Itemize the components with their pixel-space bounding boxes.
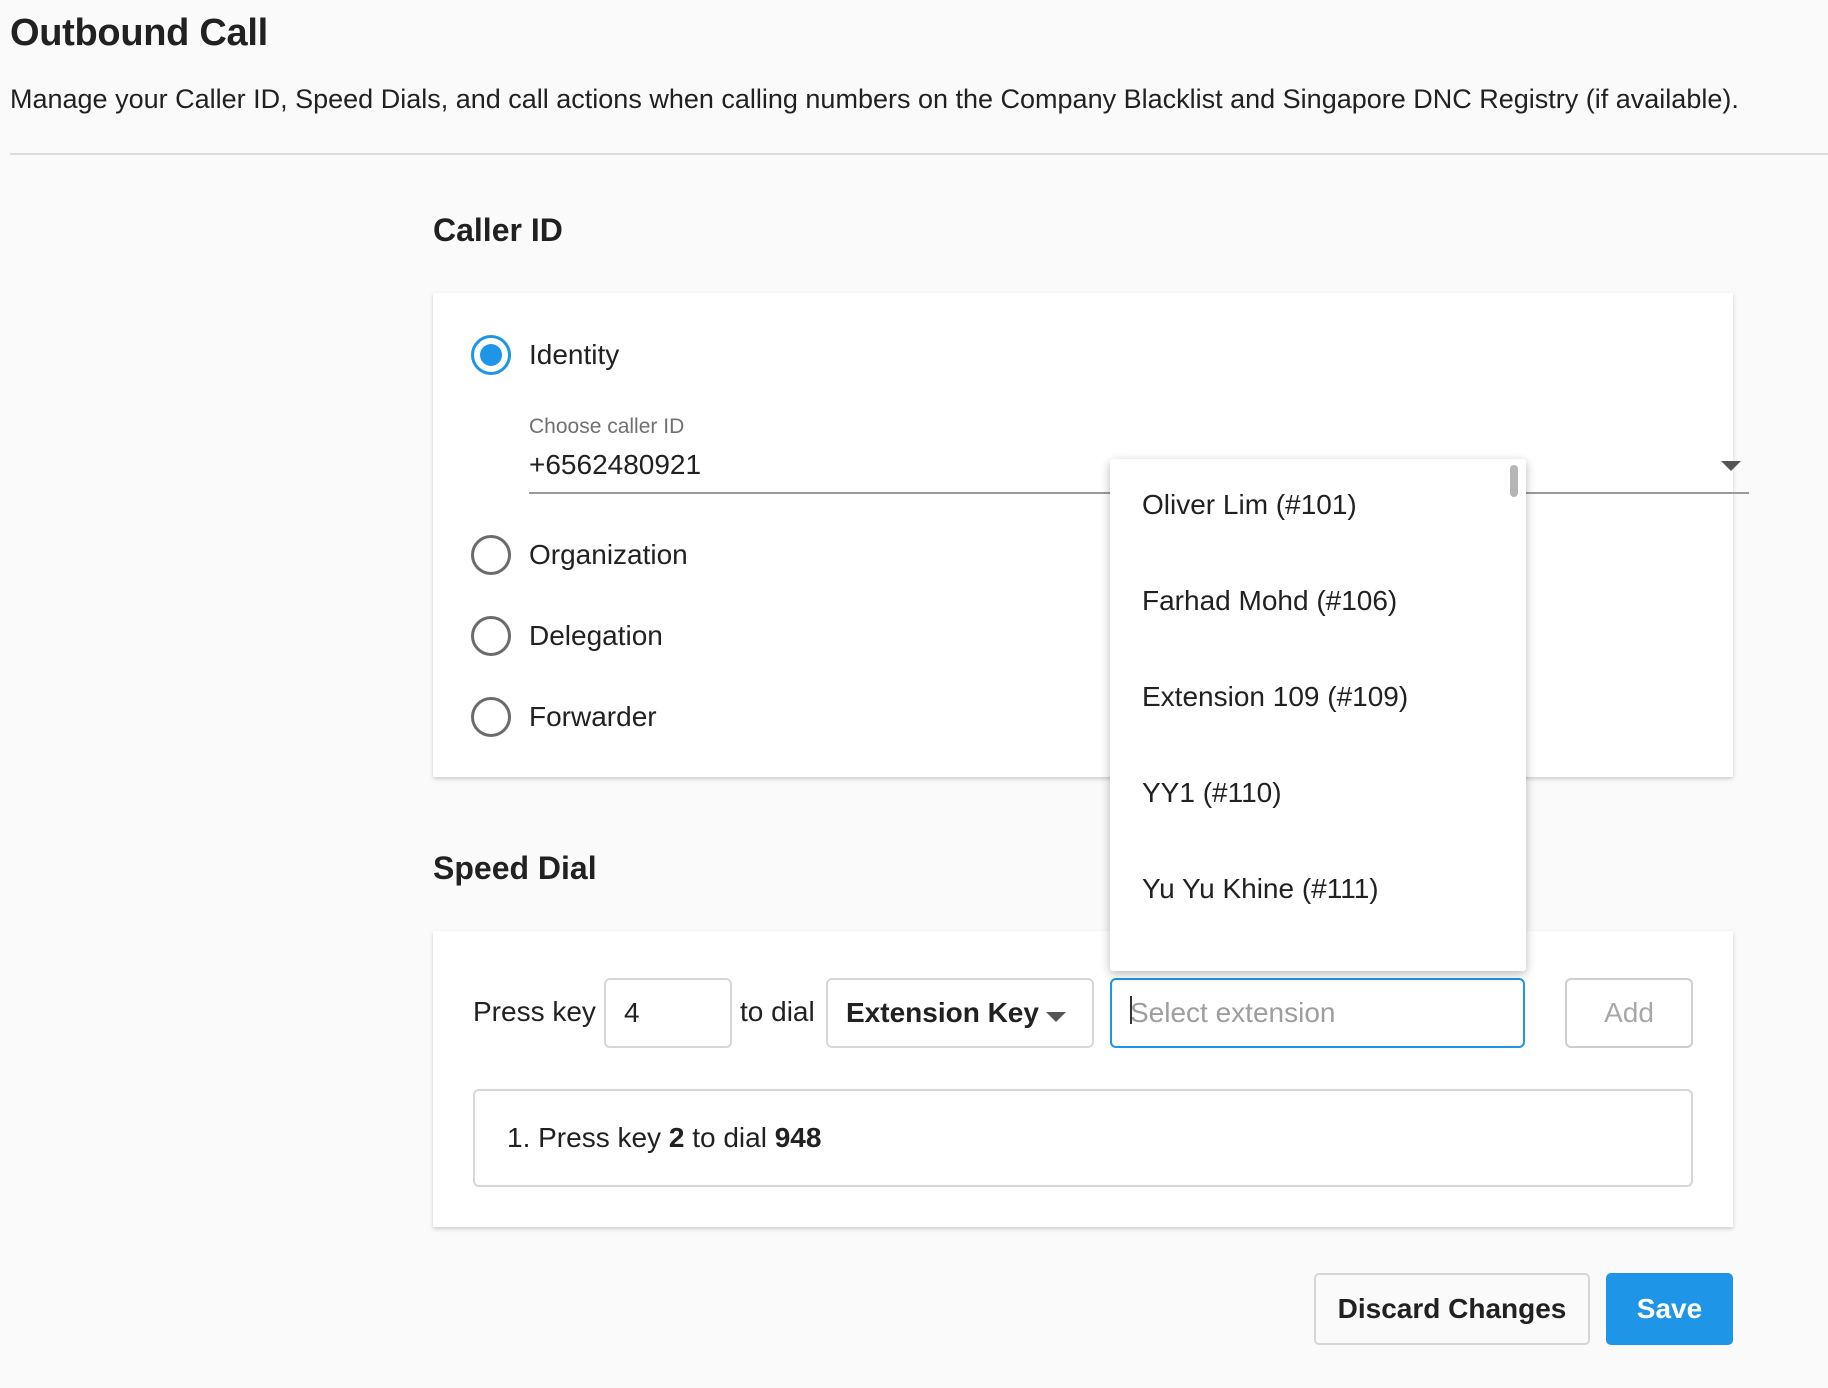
radio-option-forwarder[interactable]: Forwarder [471, 694, 657, 740]
radio-option-identity[interactable]: Identity [471, 332, 619, 378]
radio-option-delegation[interactable]: Delegation [471, 613, 663, 659]
dial-type-select[interactable]: Extension Key [826, 978, 1094, 1048]
radio-unchecked-icon[interactable] [471, 697, 511, 737]
discard-changes-button[interactable]: Discard Changes [1314, 1273, 1590, 1345]
page-title: Outbound Call [10, 12, 268, 54]
to-dial-label: to dial [740, 996, 815, 1027]
dropdown-option[interactable]: Yu Yu Khine (#111) [1142, 873, 1379, 905]
page-description: Manage your Caller ID, Speed Dials, and … [10, 84, 1739, 114]
add-button-label: Add [1604, 997, 1654, 1028]
press-key-label: Press key [473, 996, 596, 1027]
add-speed-dial-button[interactable]: Add [1565, 978, 1693, 1048]
radio-label: Forwarder [529, 701, 657, 732]
speed-dial-list: 1. Press key 2 to dial 948 [473, 1089, 1693, 1187]
save-button[interactable]: Save [1606, 1273, 1733, 1345]
dropdown-option[interactable]: Oliver Lim (#101) [1142, 489, 1357, 521]
dropdown-option[interactable]: Farhad Mohd (#106) [1142, 585, 1397, 617]
text-cursor [1130, 996, 1132, 1024]
header-divider [10, 153, 1828, 155]
caller-id-section-title: Caller ID [433, 212, 563, 248]
radio-unchecked-icon[interactable] [471, 535, 511, 575]
chevron-down-icon[interactable] [1721, 461, 1741, 471]
entry-key: 2 [668, 1122, 685, 1153]
list-item: 1. Press key 2 to dial 948 [507, 1122, 822, 1153]
radio-checked-icon[interactable] [471, 335, 511, 375]
radio-label: Organization [529, 539, 688, 570]
dropdown-option[interactable]: YY1 (#110) [1142, 777, 1282, 809]
caller-id-select[interactable]: +6562480921 [529, 449, 701, 481]
extension-dropdown-menu: Oliver Lim (#101) Farhad Mohd (#106) Ext… [1110, 459, 1526, 971]
entry-target: 948 [774, 1122, 822, 1153]
speed-dial-section-title: Speed Dial [433, 850, 597, 886]
radio-unchecked-icon[interactable] [471, 616, 511, 656]
extension-placeholder: Select extension [1130, 997, 1336, 1028]
outbound-call-page: Outbound Call Manage your Caller ID, Spe… [0, 0, 1828, 1388]
caller-id-field-label: Choose caller ID [529, 415, 685, 438]
radio-option-organization[interactable]: Organization [471, 532, 688, 578]
speed-dial-card: Press key 4 to dial Extension Key Select… [433, 931, 1733, 1227]
dropdown-option[interactable]: Extension 109 (#109) [1142, 681, 1408, 713]
extension-search-input[interactable]: Select extension [1110, 978, 1525, 1048]
radio-label: Delegation [529, 620, 663, 651]
dropdown-scrollbar[interactable] [1510, 465, 1518, 497]
caller-id-card: Identity Choose caller ID +6562480921 Or… [433, 293, 1749, 777]
key-value: 4 [624, 997, 640, 1028]
chevron-down-icon [1046, 1012, 1066, 1022]
radio-label: Identity [529, 339, 620, 370]
dial-type-value: Extension Key [846, 997, 1039, 1028]
speed-dial-key-input[interactable]: 4 [604, 978, 732, 1048]
